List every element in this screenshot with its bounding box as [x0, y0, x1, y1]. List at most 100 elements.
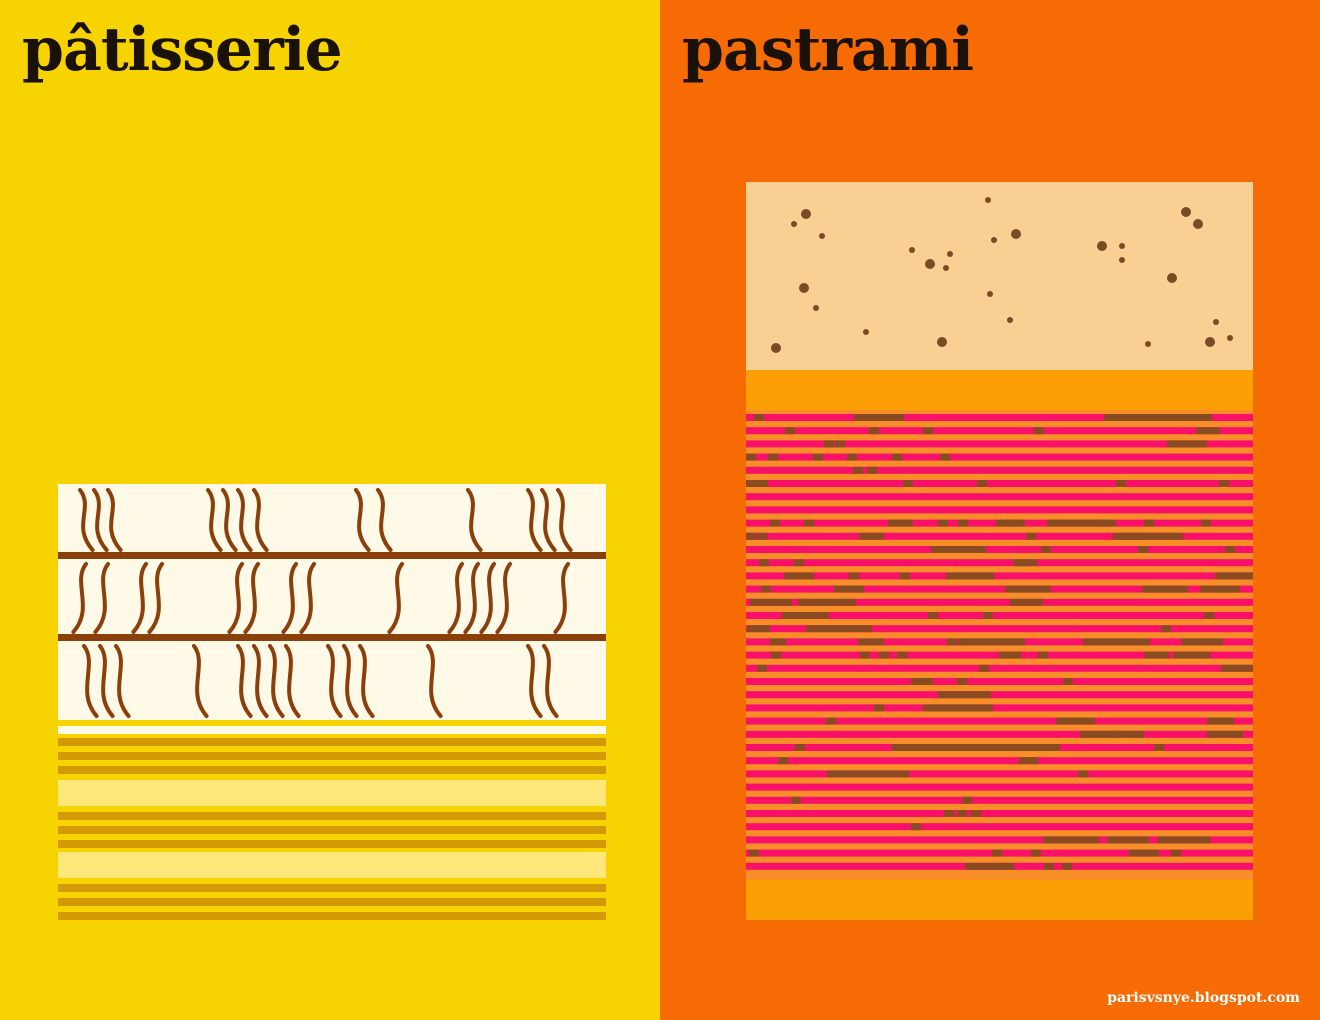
pepper-fleck — [1078, 770, 1088, 778]
pepper-fleck — [747, 625, 770, 633]
pepper-fleck — [795, 744, 805, 751]
pepper-fleck — [778, 757, 788, 765]
pepper-fleck — [1062, 862, 1072, 870]
pepper-fleck — [754, 414, 764, 421]
pepper-fleck — [888, 519, 913, 527]
pepper-fleck — [1173, 651, 1210, 659]
pepper-fleck — [826, 717, 836, 725]
pepper-fleck — [803, 598, 856, 606]
meat-stripe — [746, 757, 1253, 765]
caraway-seed — [1193, 219, 1203, 229]
pepper-fleck — [1207, 730, 1243, 738]
meat-stripe — [746, 717, 1253, 725]
meat-stripe — [746, 466, 1253, 474]
pepper-fleck — [1083, 638, 1150, 646]
pepper-fleck — [1221, 664, 1253, 672]
meat-stripe — [746, 796, 1253, 804]
caraway-seed — [1213, 319, 1219, 325]
meat-stripe — [746, 704, 1253, 712]
pepper-fleck — [794, 559, 804, 567]
pepper-fleck — [897, 651, 907, 659]
rye-bread-bottom — [746, 880, 1253, 920]
caraway-seed — [937, 337, 947, 347]
pepper-fleck — [750, 598, 792, 606]
meat-stripe — [746, 823, 1253, 831]
pepper-fleck — [804, 519, 814, 527]
pepper-fleck — [1144, 519, 1154, 527]
pepper-fleck — [923, 427, 933, 435]
caraway-seed — [947, 251, 953, 257]
pepper-fleck — [971, 810, 981, 817]
pepper-fleck — [946, 572, 994, 580]
puff-pastry-layer — [58, 884, 606, 892]
pepper-fleck — [1104, 414, 1157, 421]
puff-pastry-layer — [58, 898, 606, 906]
pepper-fleck — [867, 466, 877, 474]
pepper-fleck — [1204, 612, 1214, 619]
pepper-fleck — [757, 664, 767, 672]
pepper-fleck — [782, 612, 829, 619]
pepper-fleck — [1031, 849, 1041, 857]
pepper-fleck — [940, 453, 950, 461]
meat-stripe — [746, 506, 1253, 514]
pepper-fleck — [957, 810, 967, 817]
pepper-fleck — [1158, 836, 1210, 844]
puff-pastry-layer — [58, 752, 606, 760]
pepper-fleck — [1044, 862, 1054, 870]
pepper-fleck — [813, 453, 823, 461]
caraway-seed — [819, 233, 825, 239]
layer-gap — [58, 720, 606, 726]
pepper-fleck — [746, 453, 756, 461]
pepper-fleck — [938, 519, 948, 527]
pepper-fleck — [847, 453, 857, 461]
caraway-seed — [985, 197, 991, 203]
pepper-fleck — [1005, 585, 1051, 593]
pepper-fleck — [1219, 480, 1229, 487]
pepper-fleck — [892, 453, 902, 461]
pepper-fleck — [965, 862, 1014, 870]
pepper-fleck — [849, 572, 859, 580]
caraway-seed — [801, 209, 811, 219]
pepper-fleck — [746, 532, 756, 540]
pepper-fleck — [785, 427, 795, 435]
meat-stripe — [746, 427, 1253, 435]
pepper-fleck — [1013, 559, 1037, 567]
pepper-fleck — [944, 810, 954, 817]
bread-crust — [746, 370, 1253, 410]
pepper-fleck — [1201, 519, 1211, 527]
cream-strip — [58, 726, 606, 734]
meat-stripe — [746, 730, 1253, 738]
pepper-fleck — [1113, 532, 1183, 540]
pepper-fleck — [1107, 836, 1149, 844]
caraway-seed — [943, 265, 949, 271]
caraway-seed — [863, 329, 869, 335]
caraway-seed — [771, 343, 781, 353]
chocolate-line — [58, 552, 606, 559]
pepper-fleck — [979, 664, 989, 672]
pepper-fleck — [791, 796, 801, 804]
pepper-fleck — [1142, 585, 1188, 593]
blog-credit: parisvsnye.blogspot.com — [1107, 990, 1300, 1006]
pepper-fleck — [1225, 546, 1235, 553]
pepper-fleck — [1149, 414, 1212, 421]
pepper-fleck — [1080, 730, 1144, 738]
pepper-fleck — [900, 572, 910, 580]
pepper-fleck — [1196, 427, 1220, 435]
pepper-fleck — [1026, 532, 1036, 540]
caraway-seed — [909, 247, 915, 253]
pepper-fleck — [903, 480, 913, 487]
custard-layer — [58, 780, 606, 806]
pepper-fleck — [911, 823, 921, 831]
puff-pastry-layer — [58, 766, 606, 774]
pepper-fleck — [1043, 836, 1099, 844]
custard-layer — [58, 852, 606, 878]
meat-stripe — [746, 493, 1253, 501]
pepper-fleck — [928, 612, 938, 619]
pepper-fleck — [1138, 546, 1148, 553]
pepper-fleck — [1168, 440, 1178, 448]
meat-stripe — [746, 664, 1253, 672]
caraway-seed — [991, 237, 997, 243]
pepper-fleck — [1041, 546, 1051, 553]
pepper-fleck — [770, 519, 780, 527]
pepper-fleck — [1171, 849, 1181, 857]
